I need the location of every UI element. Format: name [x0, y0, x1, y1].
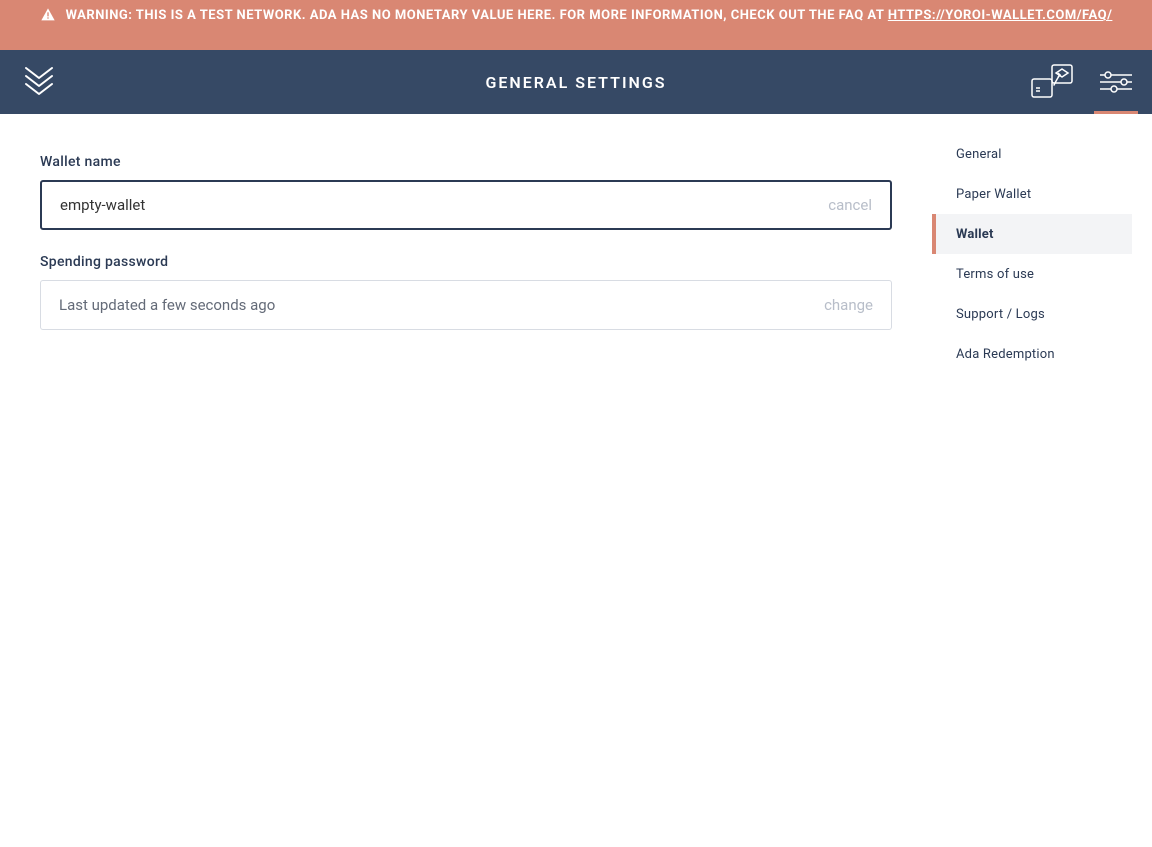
sidebar-item-general[interactable]: General	[932, 134, 1132, 174]
sidebar-item-wallet[interactable]: Wallet	[932, 214, 1132, 254]
top-bar-right	[1030, 50, 1132, 114]
tab-wallets[interactable]	[1030, 50, 1074, 114]
top-bar-center: GENERAL SETTINGS	[0, 73, 1152, 92]
spending-password-change-link[interactable]: change	[824, 296, 873, 314]
wallet-name-input[interactable]	[60, 196, 828, 214]
spending-password-field[interactable]: Last updated a few seconds ago change	[40, 280, 892, 330]
sidebar-item-label: Ada Redemption	[956, 347, 1055, 362]
warning-faq-link[interactable]: HTTPS://YOROI-WALLET.COM/FAQ/	[888, 8, 1113, 23]
sidebar-item-label: Wallet	[956, 227, 994, 242]
sidebar-item-paper-wallet[interactable]: Paper Wallet	[932, 174, 1132, 214]
wallet-name-label: Wallet name	[40, 154, 892, 170]
sidebar-item-label: Paper Wallet	[956, 187, 1031, 202]
sidebar-item-ada-redemption[interactable]: Ada Redemption	[932, 334, 1132, 374]
settings-sidebar: General Paper Wallet Wallet Terms of use…	[932, 134, 1132, 827]
sidebar-item-label: General	[956, 147, 1002, 162]
spending-password-group: Spending password Last updated a few sec…	[40, 254, 892, 330]
warning-banner: WARNING: THIS IS A TEST NETWORK. ADA HAS…	[0, 0, 1152, 50]
spending-password-label: Spending password	[40, 254, 892, 270]
top-bar: GENERAL SETTINGS	[0, 50, 1152, 114]
sidebar-item-label: Support / Logs	[956, 307, 1045, 322]
main-area: Wallet name cancel Spending password Las…	[0, 114, 1152, 847]
top-bar-left	[24, 66, 84, 98]
page-title: GENERAL SETTINGS	[485, 73, 666, 92]
spending-password-status: Last updated a few seconds ago	[59, 296, 275, 314]
wallet-name-group: Wallet name cancel	[40, 154, 892, 230]
warning-icon	[40, 7, 56, 23]
settings-content-panel: Wallet name cancel Spending password Las…	[20, 134, 912, 827]
wallets-icon	[1030, 63, 1074, 101]
sidebar-item-support-logs[interactable]: Support / Logs	[932, 294, 1132, 334]
sidebar-item-label: Terms of use	[956, 267, 1034, 282]
warning-text: WARNING: THIS IS A TEST NETWORK. ADA HAS…	[66, 8, 888, 23]
wallet-name-field[interactable]: cancel	[40, 180, 892, 230]
yoroi-logo-icon[interactable]	[24, 66, 54, 98]
warning-text-wrap: WARNING: THIS IS A TEST NETWORK. ADA HAS…	[66, 6, 1113, 26]
wallet-name-cancel-link[interactable]: cancel	[828, 196, 872, 214]
sidebar-item-terms-of-use[interactable]: Terms of use	[932, 254, 1132, 294]
tab-settings[interactable]	[1100, 50, 1132, 114]
settings-sliders-icon	[1100, 70, 1132, 94]
